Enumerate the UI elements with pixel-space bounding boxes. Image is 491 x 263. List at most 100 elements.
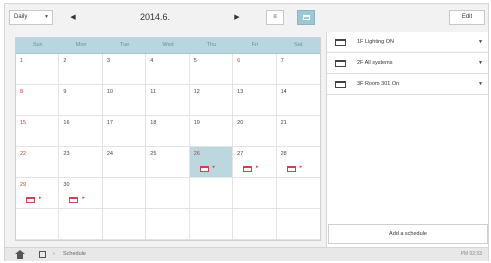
calendar-day-cell[interactable]: 5 xyxy=(189,54,234,85)
schedule-item[interactable]: 1F Lighting ON ▼ xyxy=(327,32,489,53)
day-number: 15 xyxy=(20,120,27,126)
event-arrow-icon: ▸ xyxy=(82,195,85,201)
day-number: 23 xyxy=(63,151,70,157)
schedule-item[interactable]: 2F All systems ▼ xyxy=(327,53,489,74)
calendar-day-cell[interactable]: 24 xyxy=(102,147,147,178)
calendar-day-cell[interactable]: 2 xyxy=(59,54,103,85)
weekday-label: Thu xyxy=(206,42,217,48)
home-icon[interactable] xyxy=(15,250,25,259)
weekday-label: Sun xyxy=(32,42,43,48)
calendar-day-cell[interactable]: 6 xyxy=(233,54,277,85)
day-number: 7 xyxy=(280,58,284,64)
calendar-day-cell[interactable]: 16 xyxy=(59,116,103,147)
day-number: 6 xyxy=(237,58,241,64)
calendar-day-cell[interactable]: 21 xyxy=(276,116,320,147)
day-number: 16 xyxy=(63,120,70,126)
event-marker[interactable]: ▸ xyxy=(199,164,220,172)
day-number: 27 xyxy=(237,151,244,157)
prev-month-button[interactable]: ◀ xyxy=(67,10,79,25)
calendar-day-cell[interactable]: 13 xyxy=(233,85,277,116)
calendar-day-cell[interactable]: 30 ▸ xyxy=(59,178,103,209)
day-number: 9 xyxy=(63,89,67,95)
event-marker[interactable]: ▸ xyxy=(26,195,46,203)
calendar-day-cell[interactable]: 19 xyxy=(189,116,234,147)
day-number: 26 xyxy=(193,151,200,157)
day-number: 1 xyxy=(20,58,24,64)
calendar-day-cell[interactable]: 1 xyxy=(16,54,60,85)
breadcrumb-separator: › xyxy=(53,251,55,257)
month-title: 2014.6. xyxy=(139,12,171,22)
day-number: 19 xyxy=(193,120,200,126)
event-arrow-icon: ▸ xyxy=(212,164,216,170)
breadcrumb: Schedule xyxy=(63,251,86,257)
edit-button[interactable]: Edit xyxy=(449,10,485,25)
calendar-day-cell[interactable]: 7 xyxy=(276,54,320,85)
calendar-day-cell[interactable]: 8 xyxy=(16,85,60,116)
calendar-day-cell[interactable]: 3 xyxy=(102,54,147,85)
next-month-button[interactable]: ▶ xyxy=(231,10,243,25)
add-schedule-button[interactable]: Add a schedule xyxy=(328,224,488,244)
calendar-day-cell[interactable]: 25 xyxy=(146,147,190,178)
day-number: 5 xyxy=(193,58,197,64)
calendar-day-cell[interactable]: 18 xyxy=(146,116,190,147)
chevron-down-icon[interactable]: ▼ xyxy=(478,32,483,53)
list-view-button[interactable]: ≡ xyxy=(266,10,284,25)
view-mode-select[interactable]: Daily ▼ xyxy=(9,10,53,25)
day-number: 21 xyxy=(280,120,287,126)
schedule-list-panel: 1F Lighting ON ▼ 2F All systems ▼ 3F Room 30… xyxy=(326,32,489,247)
event-icon xyxy=(69,197,79,203)
calendar-day-cell[interactable]: 17 xyxy=(102,116,147,147)
day-number: 17 xyxy=(106,120,113,126)
schedule-item-label: 2F All systems xyxy=(357,60,393,66)
calendar-day-cell[interactable]: 12 xyxy=(189,85,234,116)
calendar-day-cell[interactable]: 28 ▸ xyxy=(276,147,320,178)
menu-icon[interactable] xyxy=(39,251,46,258)
calendar-day-cell xyxy=(16,209,60,240)
calendar-day-cell[interactable]: 9 xyxy=(59,85,103,116)
calendar-icon xyxy=(335,39,346,46)
calendar-day-cell[interactable]: 14 xyxy=(276,85,320,116)
event-marker[interactable]: ▸ xyxy=(286,164,307,172)
day-number: 20 xyxy=(237,120,244,126)
toolbar: Daily ▼ ◀ 2014.6. ▶ ≡ Edit xyxy=(5,4,488,32)
calendar-day-cell[interactable]: 11 xyxy=(146,85,190,116)
event-icon xyxy=(26,197,35,203)
calendar-day-cell[interactable]: 22 xyxy=(16,147,60,178)
calendar-icon xyxy=(335,60,346,67)
chevron-down-icon[interactable]: ▼ xyxy=(478,53,483,74)
schedule-item-label: 3F Room 301 On xyxy=(357,81,400,87)
status-bar: › Schedule PM 02:33 xyxy=(5,247,488,261)
event-icon xyxy=(199,166,209,172)
calendar-day-cell[interactable]: 20 xyxy=(233,116,277,147)
clock-label: PM 02:33 xyxy=(460,251,482,257)
calendar-day-cell[interactable]: 27 ▸ xyxy=(233,147,277,178)
day-number: 24 xyxy=(106,151,113,157)
event-marker[interactable]: ▸ xyxy=(243,164,263,172)
calendar-icon xyxy=(335,81,346,88)
day-number: 29 xyxy=(20,182,27,188)
schedule-item-label: 1F Lighting ON xyxy=(357,39,394,45)
calendar-day-cell[interactable]: 29 ▸ xyxy=(16,178,60,209)
day-number: 3 xyxy=(106,58,110,64)
day-number: 28 xyxy=(280,151,287,157)
weekday-label: Mon xyxy=(75,42,87,48)
calendar-day-cell[interactable]: 4 xyxy=(146,54,190,85)
calendar-day-cell xyxy=(146,178,190,209)
weekday-label: Sat xyxy=(294,42,303,48)
calendar-view-button[interactable] xyxy=(297,10,315,25)
calendar-day-cell-today[interactable]: 26 ▸ xyxy=(189,147,234,178)
day-number: 12 xyxy=(193,89,200,95)
calendar-day-cell xyxy=(102,209,147,240)
event-icon xyxy=(286,166,296,172)
calendar-day-cell xyxy=(276,178,320,209)
schedule-item[interactable]: 3F Room 301 On ▼ xyxy=(327,74,489,95)
weekday-label: Fri xyxy=(251,42,259,48)
day-number: 11 xyxy=(150,89,156,95)
calendar-day-cell[interactable]: 10 xyxy=(102,85,147,116)
calendar-day-cell[interactable]: 23 xyxy=(59,147,103,178)
chevron-down-icon[interactable]: ▼ xyxy=(478,74,483,95)
event-marker[interactable]: ▸ xyxy=(69,195,89,203)
event-arrow-icon: ▸ xyxy=(299,164,303,170)
day-number: 25 xyxy=(150,151,157,157)
calendar-day-cell[interactable]: 15 xyxy=(16,116,60,147)
